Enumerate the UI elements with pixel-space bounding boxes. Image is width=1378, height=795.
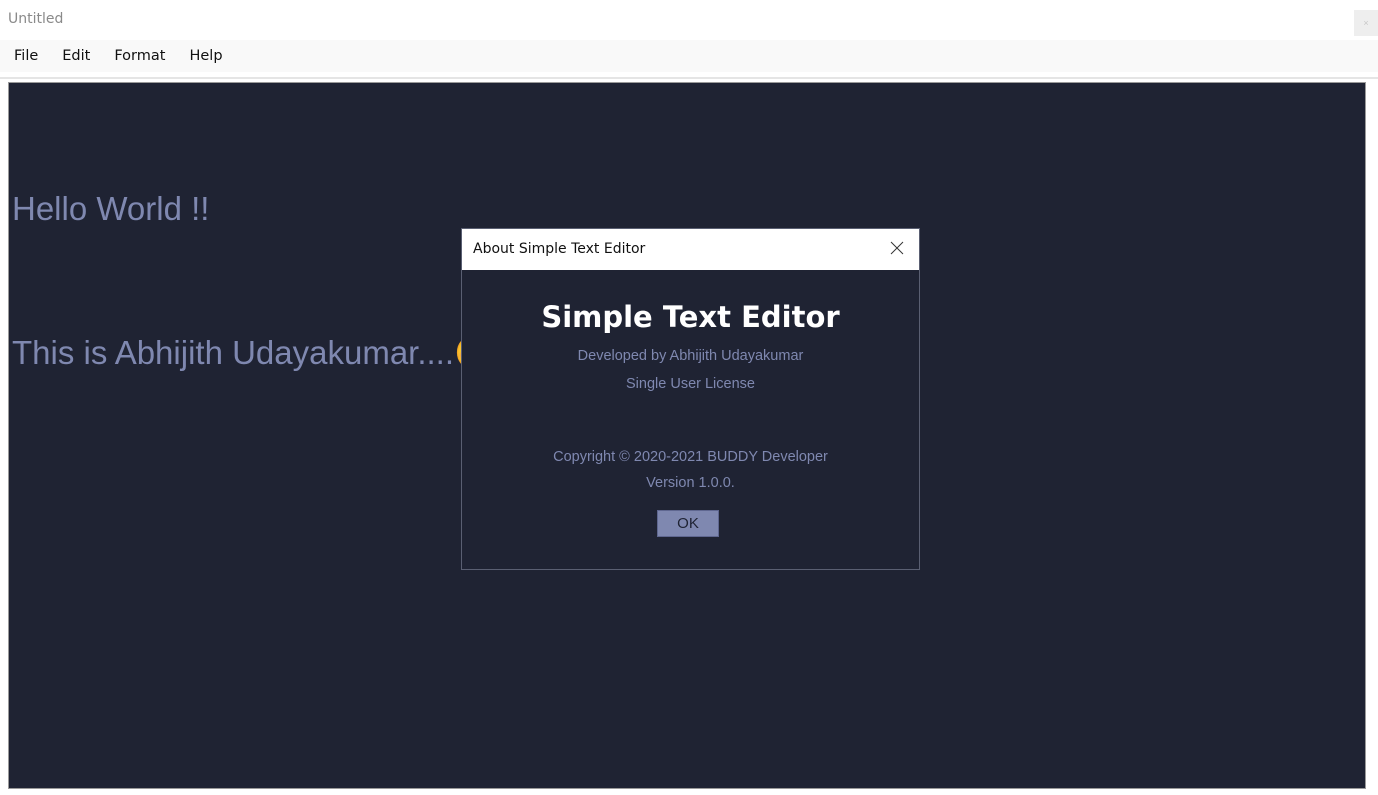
close-icon: [890, 241, 904, 255]
dialog-title: About Simple Text Editor: [473, 241, 646, 257]
menu-format[interactable]: Format: [102, 43, 177, 69]
developer-credit: Developed by Abhijith Udayakumar: [577, 348, 804, 364]
copyright-text: Copyright © 2020-2021 BUDDY Developer: [553, 449, 828, 465]
editor-line: Hello World !!: [12, 190, 210, 227]
dialog-body: Simple Text Editor Developed by Abhijith…: [462, 270, 919, 570]
version-text: Version 1.0.0.: [646, 475, 735, 491]
dialog-titlebar: About Simple Text Editor: [462, 229, 919, 270]
menu-bar: File Edit Format Help: [0, 40, 1378, 72]
close-icon: ×: [1363, 18, 1369, 28]
window-title: Untitled: [8, 11, 64, 27]
app-name-heading: Simple Text Editor: [541, 300, 840, 334]
ok-button[interactable]: OK: [657, 510, 719, 537]
menu-help[interactable]: Help: [177, 43, 234, 69]
dialog-close-button[interactable]: [889, 240, 905, 256]
menu-edit[interactable]: Edit: [50, 43, 102, 69]
window-titlebar: Untitled ×: [0, 0, 1378, 40]
window-close-button[interactable]: ×: [1354, 10, 1378, 36]
menu-file[interactable]: File: [2, 43, 50, 69]
license-text: Single User License: [626, 376, 755, 392]
menu-divider: [0, 77, 1378, 79]
about-dialog: About Simple Text Editor Simple Text Edi…: [461, 228, 920, 570]
